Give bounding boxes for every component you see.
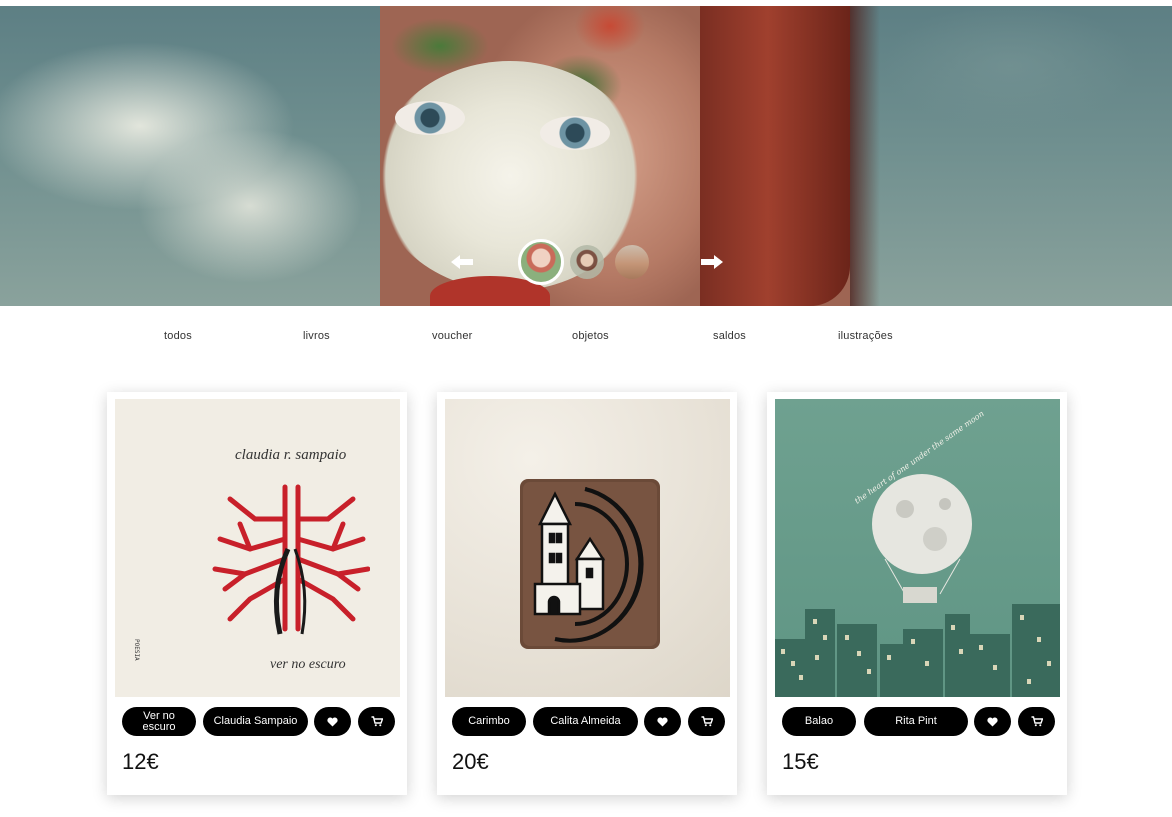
heart-icon bbox=[657, 716, 668, 727]
cart-icon bbox=[701, 716, 713, 727]
cover-title-text: ver no escuro bbox=[270, 657, 346, 672]
slider-thumbnail-3[interactable] bbox=[615, 245, 649, 279]
nav-item-objetos[interactable]: objetos bbox=[572, 330, 609, 342]
add-to-cart-button[interactable] bbox=[688, 707, 725, 736]
arrow-right-icon bbox=[701, 255, 723, 269]
product-price: 12€ bbox=[122, 749, 159, 774]
cart-icon bbox=[371, 716, 383, 727]
hero-image-hair-shadow bbox=[850, 6, 880, 306]
product-actions: Balao Rita Pint bbox=[782, 707, 1057, 737]
slider-thumbnail-2[interactable] bbox=[570, 245, 604, 279]
cover-author-text: claudia r. sampaio bbox=[235, 447, 347, 463]
product-name-button[interactable]: Carimbo bbox=[452, 707, 526, 736]
nav-item-livros[interactable]: livros bbox=[303, 330, 330, 342]
product-actions: Carimbo Calita Almeida bbox=[452, 707, 727, 737]
add-to-cart-button[interactable] bbox=[1018, 707, 1055, 736]
nav-item-ilustracoes[interactable]: ilustrações bbox=[838, 330, 893, 342]
product-price: 15€ bbox=[782, 749, 819, 774]
slider-prev-arrow-icon[interactable] bbox=[447, 248, 477, 278]
product-image[interactable]: claudia r. sampaio POESIA ver no escuro bbox=[115, 399, 400, 697]
favorite-button[interactable] bbox=[314, 707, 351, 736]
product-image[interactable]: the heart of one under the same moon bbox=[775, 399, 1060, 697]
favorite-button[interactable] bbox=[644, 707, 681, 736]
slider-next-arrow-icon[interactable] bbox=[697, 248, 727, 278]
lungs-tree-illustration bbox=[212, 484, 370, 635]
moon-balloon-city-illustration: the heart of one under the same moon bbox=[775, 409, 1060, 697]
add-to-cart-button[interactable] bbox=[358, 707, 395, 736]
hero-image-eye-right bbox=[540, 116, 610, 150]
moon-castle-stamp bbox=[520, 479, 660, 649]
arrow-left-icon bbox=[451, 255, 473, 269]
cover-spine-mark: POESIA bbox=[133, 639, 140, 661]
heart-icon bbox=[327, 716, 338, 727]
hero-image-eye-left bbox=[395, 101, 465, 135]
product-card: Carimbo Calita Almeida 20€ bbox=[437, 392, 737, 795]
slider-thumbnail-1[interactable] bbox=[518, 239, 564, 285]
stamp-photo bbox=[445, 399, 730, 697]
nav-item-voucher[interactable]: voucher bbox=[432, 330, 473, 342]
hero-slider bbox=[0, 6, 1172, 306]
product-author-button[interactable]: Calita Almeida bbox=[533, 707, 638, 736]
book-cover: claudia r. sampaio POESIA ver no escuro bbox=[115, 399, 400, 697]
product-name-button[interactable]: Balao bbox=[782, 707, 856, 736]
product-card: claudia r. sampaio POESIA ver no escuro … bbox=[107, 392, 407, 795]
cart-icon bbox=[1031, 716, 1043, 727]
product-price: 20€ bbox=[452, 749, 489, 774]
category-nav: todos livros voucher objetos saldos ilus… bbox=[0, 330, 1172, 348]
nav-item-saldos[interactable]: saldos bbox=[713, 330, 746, 342]
balloon-illustration: the heart of one under the same moon bbox=[775, 399, 1060, 697]
product-author-button[interactable]: Claudia Sampaio bbox=[203, 707, 308, 736]
hero-image-flower bbox=[375, 61, 645, 291]
product-image[interactable] bbox=[445, 399, 730, 697]
product-name-button[interactable]: Ver no escuro bbox=[122, 707, 196, 736]
nav-item-todos[interactable]: todos bbox=[164, 330, 192, 342]
product-card: the heart of one under the same moon Bal… bbox=[767, 392, 1067, 795]
product-actions: Ver no escuro Claudia Sampaio bbox=[122, 707, 397, 737]
heart-icon bbox=[987, 716, 998, 727]
favorite-button[interactable] bbox=[974, 707, 1011, 736]
product-author-button[interactable]: Rita Pint bbox=[864, 707, 968, 736]
